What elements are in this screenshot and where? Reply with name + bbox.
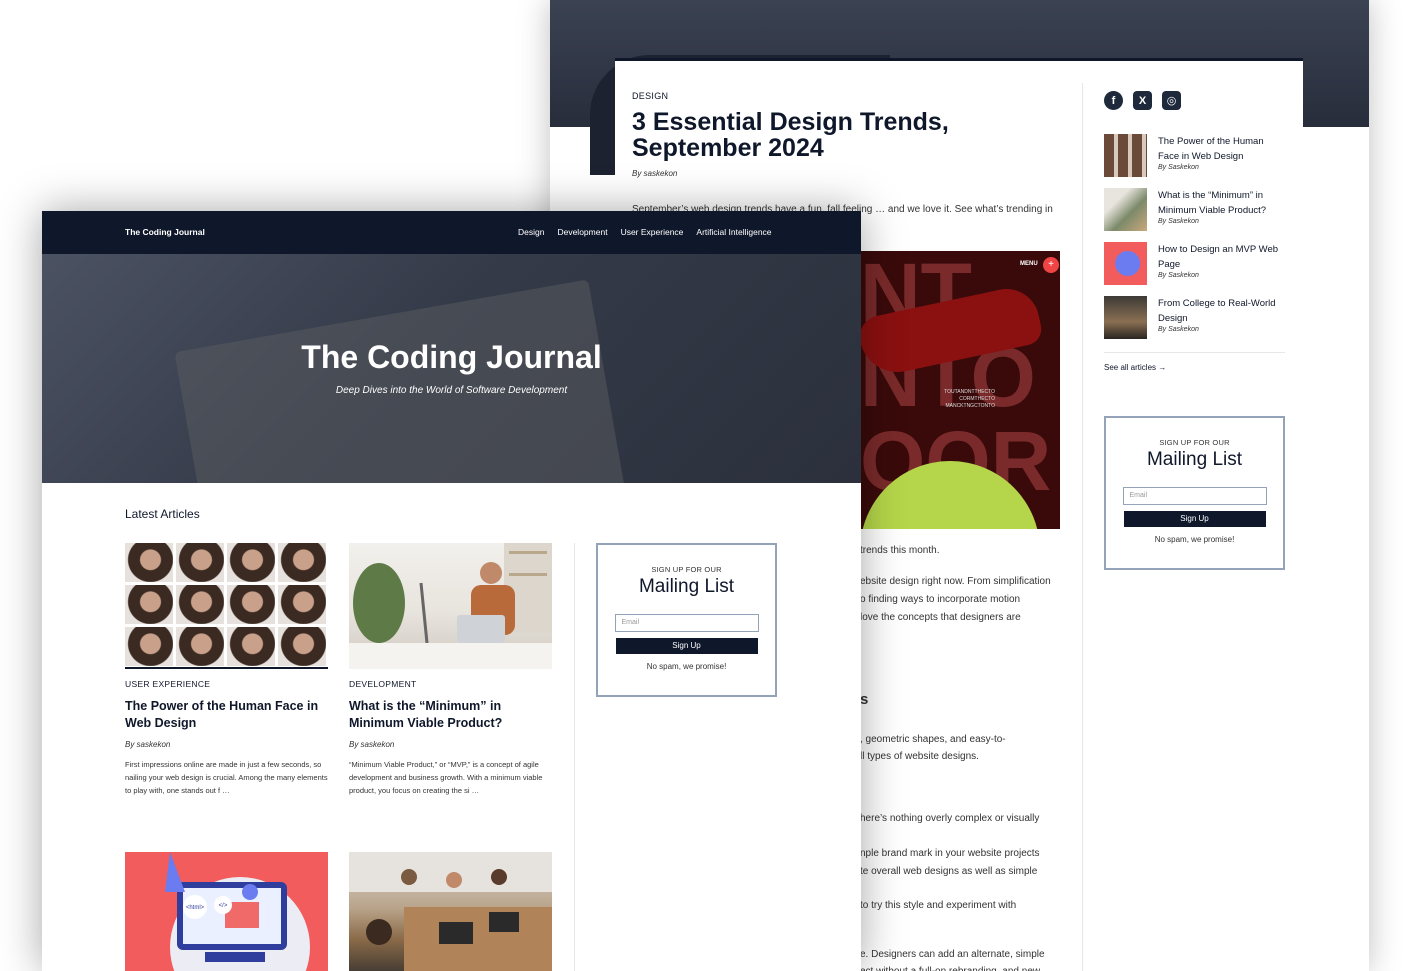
article-body: DESIGN 3 Essential Design Trends, Septem… xyxy=(632,91,1062,215)
signup-label: SIGN UP FOR OUR xyxy=(651,565,722,574)
content-divider xyxy=(574,543,575,971)
social-links: f X ◎ xyxy=(1104,91,1285,110)
plus-icon: + xyxy=(1043,257,1059,273)
article-thumbnail[interactable] xyxy=(1104,188,1147,231)
article-excerpt: First impressions online are made in jus… xyxy=(125,760,328,795)
article-thumbnail[interactable] xyxy=(1104,134,1147,177)
sidebar-article-title[interactable]: From College to Real-World Design xyxy=(1158,296,1285,326)
hero-title: The Coding Journal xyxy=(301,339,602,375)
article-text-fragment: nple brand mark in your website projects xyxy=(860,848,1040,859)
article-thumbnail[interactable] xyxy=(1104,242,1147,285)
nav-links: Design Development User Experience Artif… xyxy=(518,227,772,237)
email-field[interactable]: Email xyxy=(614,614,759,632)
article-text-fragment: trends this month. xyxy=(860,545,940,556)
x-icon[interactable]: X xyxy=(1133,91,1152,110)
email-field[interactable]: Email xyxy=(1122,487,1267,505)
sidebar-article-title[interactable]: How to Design an MVP Web Page xyxy=(1158,242,1285,272)
mailing-list-box: SIGN UP FOR OUR Mailing List Email Sign … xyxy=(596,543,777,697)
nav-link-development[interactable]: Development xyxy=(557,227,607,237)
sidebar-article-item[interactable]: From College to Real-World Design By Sask… xyxy=(1104,296,1285,350)
top-navbar: The Coding Journal Design Development Us… xyxy=(42,211,861,254)
article-thumbnail[interactable] xyxy=(1104,296,1147,339)
signup-label: SIGN UP FOR OUR xyxy=(1159,438,1230,447)
article-image[interactable] xyxy=(349,543,552,669)
no-spam-note: No spam, we promise! xyxy=(646,662,727,671)
article-byline: By saskekon xyxy=(125,740,171,749)
sidebar-article-byline: By Saskekon xyxy=(1158,218,1199,225)
code-tag-label: </> xyxy=(219,903,228,909)
article-text-fragment: ll types of website designs. xyxy=(860,751,979,762)
mailing-list-title: Mailing List xyxy=(638,576,735,597)
mailing-list-title: Mailing List xyxy=(1146,449,1243,470)
html-tag-label: <html> xyxy=(186,905,205,911)
sidebar-article-title[interactable]: The Power of the Human Face in Web Desig… xyxy=(1158,134,1285,164)
sidebar-article-item[interactable]: The Power of the Human Face in Web Desig… xyxy=(1104,134,1285,188)
see-all-articles-link[interactable]: See all articles → xyxy=(1104,363,1285,372)
sidebar-article-byline: By Saskekon xyxy=(1158,326,1199,333)
article-text-fragment: love the concepts that designers are xyxy=(860,612,1021,623)
sidebar-article-item[interactable]: What is the “Minimum” in Minimum Viable … xyxy=(1104,188,1285,242)
article-category[interactable]: USER EXPERIENCE xyxy=(125,679,328,689)
article-image[interactable]: <html> </> xyxy=(125,852,328,971)
sign-up-button[interactable]: Sign Up xyxy=(1123,511,1266,527)
sidebar-article-item[interactable]: How to Design an MVP Web Page By Saskekon xyxy=(1104,242,1285,296)
article-byline: By saskekon xyxy=(632,169,678,178)
article-card[interactable]: <html> </> xyxy=(125,852,328,971)
article-text-fragment: te overall web designs as well as simple xyxy=(860,866,1038,877)
article-byline: By saskekon xyxy=(349,740,395,749)
facebook-icon[interactable]: f xyxy=(1104,91,1123,110)
no-spam-note: No spam, we promise! xyxy=(1154,535,1235,544)
article-card[interactable]: USER EXPERIENCE The Power of the Human F… xyxy=(125,543,328,797)
article-title[interactable]: What is the “Minimum” in Minimum Viable … xyxy=(349,698,552,732)
article-text-fragment: , geometric shapes, and easy-to- xyxy=(860,734,1006,745)
sidebar-divider xyxy=(1082,83,1083,971)
sidebar-article-byline: By Saskekon xyxy=(1158,272,1199,279)
sidebar-article-byline: By Saskekon xyxy=(1158,164,1199,171)
article-feature-image: NTNTOOOR MENU + TOUTANDNTTHECTO CORMTHEC… xyxy=(860,251,1060,529)
image-small-text: TOUTANDNTTHECTO CORMTHECTO MANCKTNGCTONT… xyxy=(944,389,995,409)
article-text-fragment: o finding ways to incorporate motion xyxy=(860,594,1021,605)
nav-link-design[interactable]: Design xyxy=(518,227,544,237)
article-category[interactable]: DEVELOPMENT xyxy=(349,679,552,689)
latest-articles-heading: Latest Articles xyxy=(125,507,200,521)
sign-up-button[interactable]: Sign Up xyxy=(615,638,758,654)
article-text-fragment: ebsite design right now. From simplifica… xyxy=(860,576,1051,587)
sidebar-article-list: The Power of the Human Face in Web Desig… xyxy=(1104,134,1285,350)
article-text-fragment: e. Designers can add an alternate, simpl… xyxy=(860,949,1045,960)
article-image[interactable] xyxy=(349,852,552,971)
article-excerpt: “Minimum Viable Product,” or “MVP,” is a… xyxy=(349,760,543,795)
nav-link-user-experience[interactable]: User Experience xyxy=(621,227,684,237)
site-brand[interactable]: The Coding Journal xyxy=(125,227,205,237)
article-sidebar: f X ◎ The Power of the Human Face in Web… xyxy=(1104,91,1285,372)
instagram-icon[interactable]: ◎ xyxy=(1162,91,1181,110)
article-text-fragment: to try this style and experiment with xyxy=(860,900,1017,911)
image-menu-label: MENU xyxy=(1020,261,1038,267)
article-card[interactable]: DEVELOPMENT What is the “Minimum” in Min… xyxy=(349,543,552,797)
article-subheading-fragment: s xyxy=(860,691,869,708)
article-text-fragment: ect without a full-on rebranding, and ne… xyxy=(860,963,1040,971)
home-page-window: The Coding Journal Design Development Us… xyxy=(42,211,861,971)
article-title: 3 Essential Design Trends, September 202… xyxy=(632,108,949,162)
sidebar-article-title[interactable]: What is the “Minimum” in Minimum Viable … xyxy=(1158,188,1285,218)
article-image[interactable] xyxy=(125,543,328,669)
divider xyxy=(1104,352,1285,353)
article-category[interactable]: DESIGN xyxy=(632,91,1062,101)
article-title[interactable]: The Power of the Human Face in Web Desig… xyxy=(125,698,328,732)
mailing-list-box: SIGN UP FOR OUR Mailing List Email Sign … xyxy=(1104,416,1285,570)
nav-link-artificial-intelligence[interactable]: Artificial Intelligence xyxy=(696,227,771,237)
article-card[interactable] xyxy=(349,852,552,971)
hero-banner: The Coding Journal Deep Dives into the W… xyxy=(42,254,861,483)
article-text-fragment: here’s nothing overly complex or visuall… xyxy=(860,813,1040,824)
hero-subtitle: Deep Dives into the World of Software De… xyxy=(335,385,568,396)
